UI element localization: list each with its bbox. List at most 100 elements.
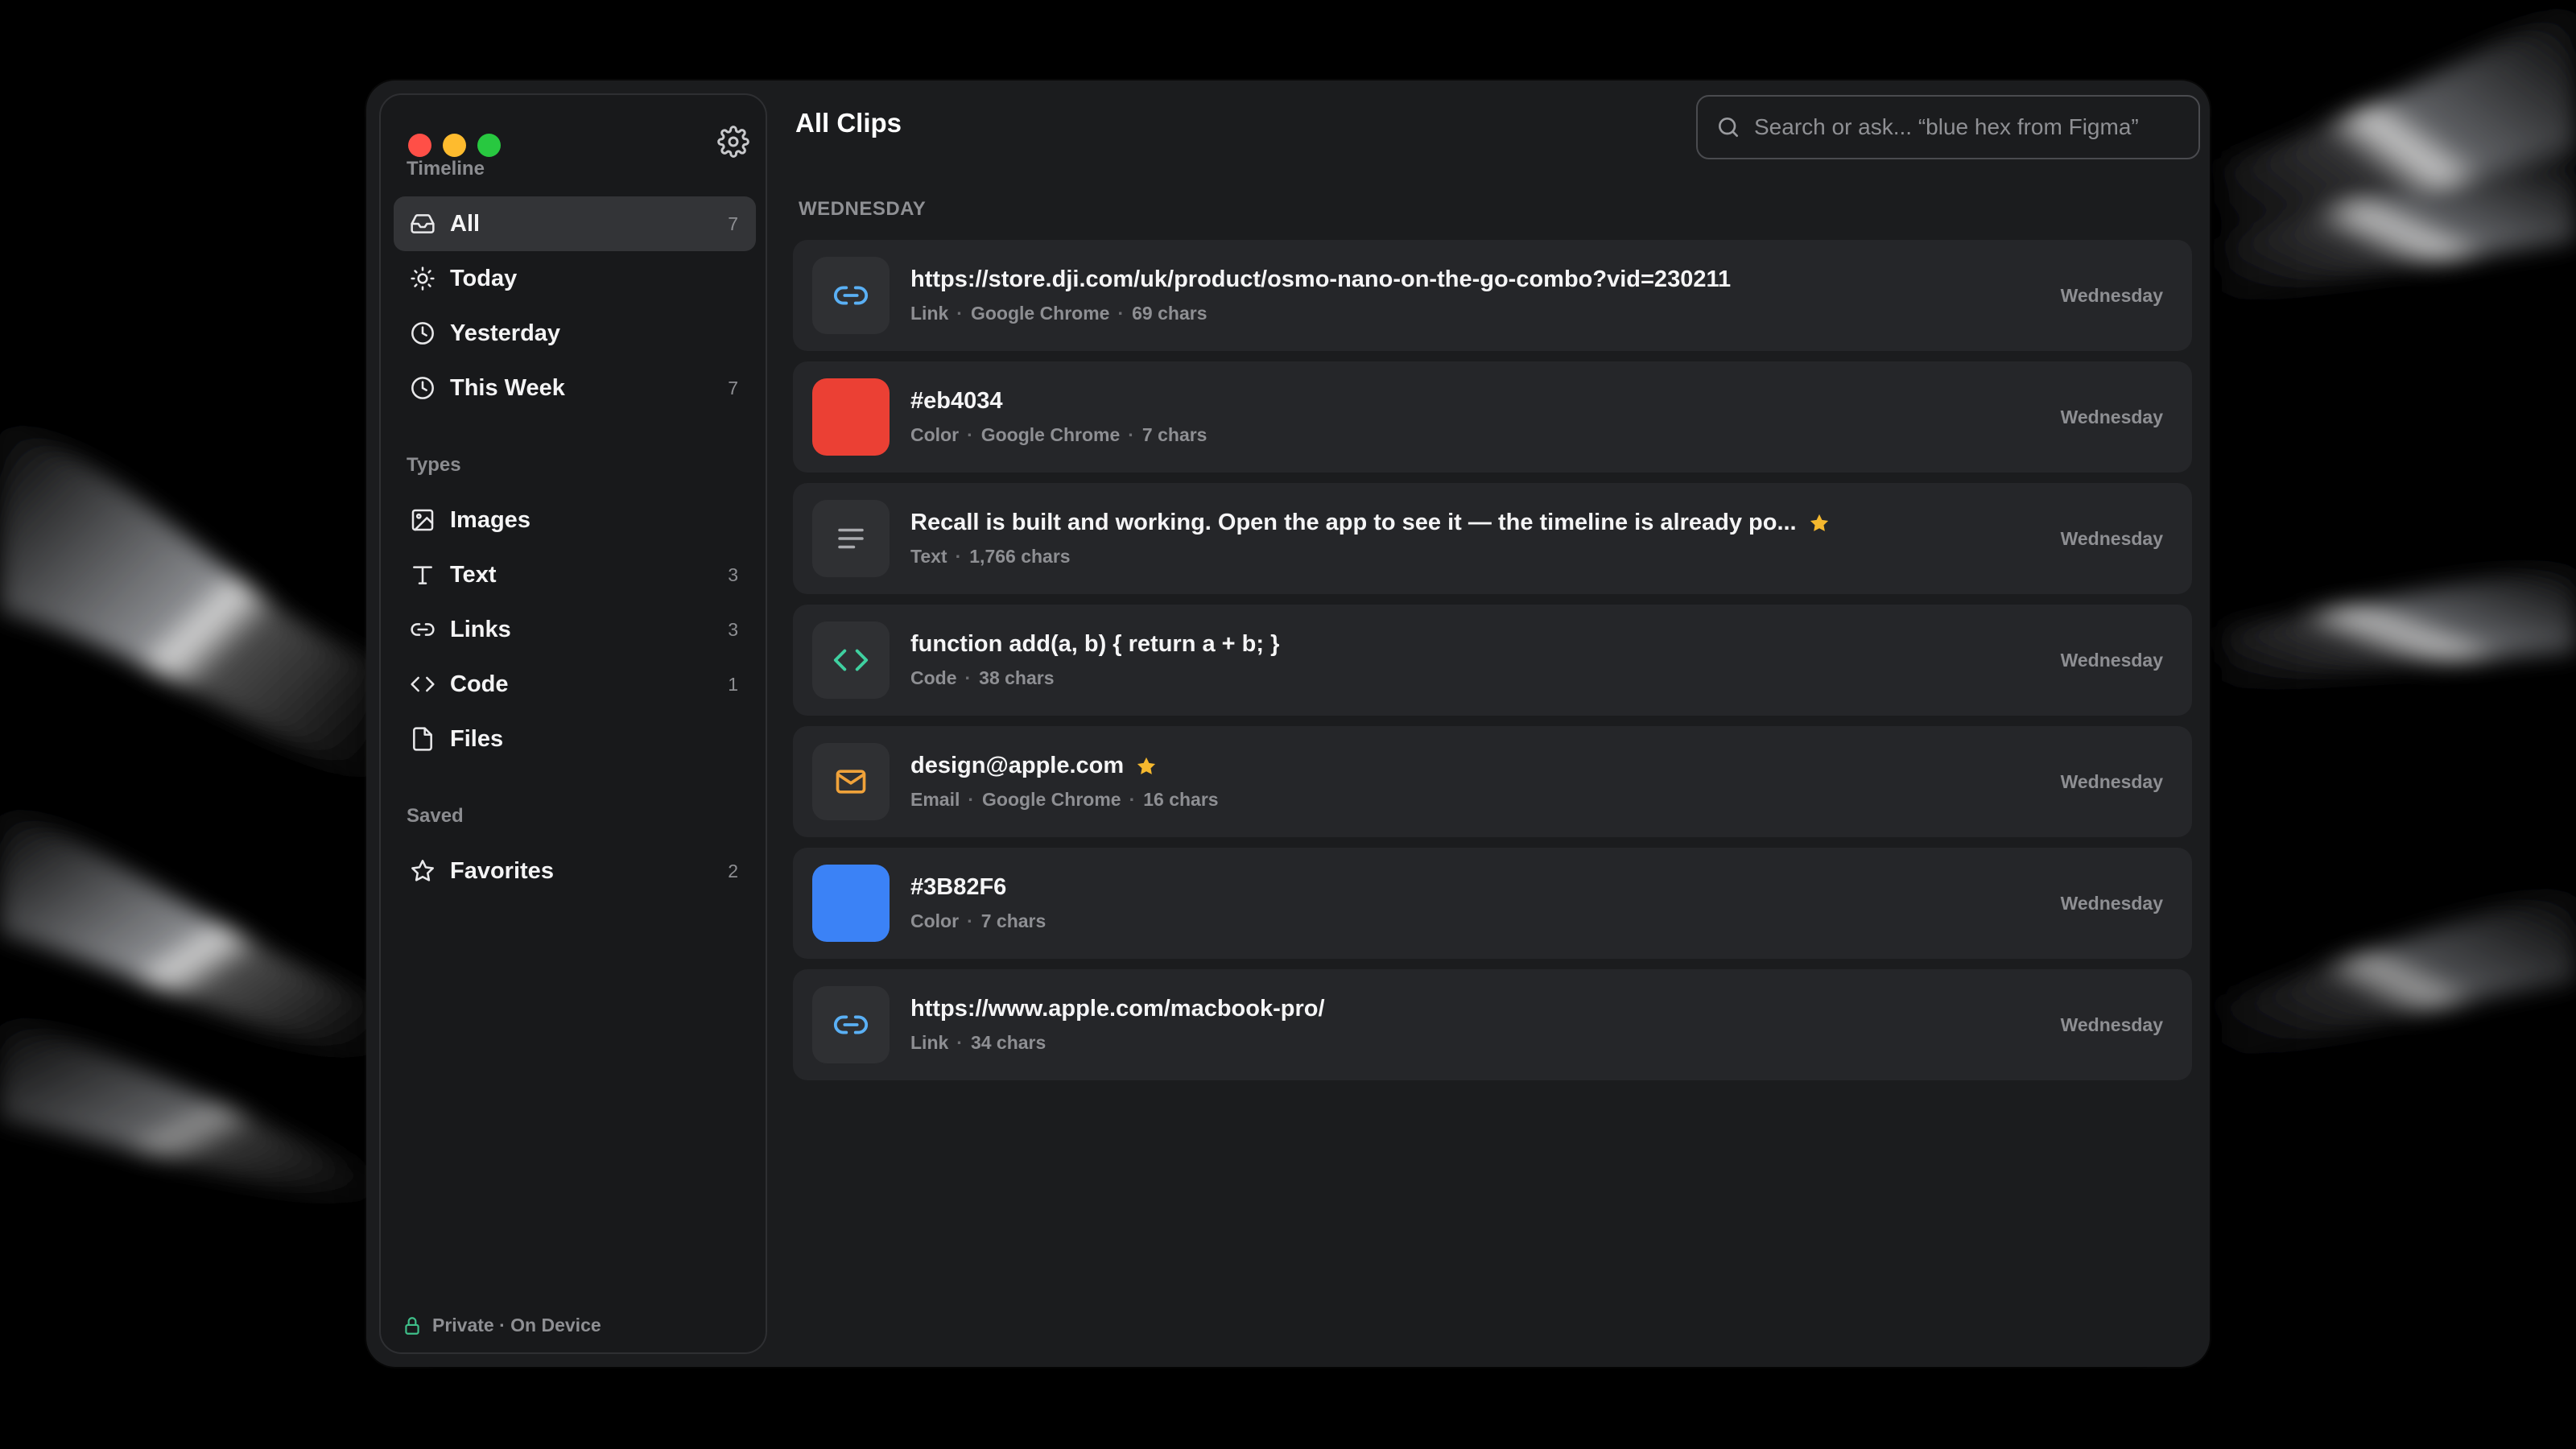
clip-size: 16 chars xyxy=(1143,789,1219,810)
clip-title: Recall is built and working. Open the ap… xyxy=(910,510,1797,535)
sidebar-item-this-week[interactable]: This Week 7 xyxy=(394,361,756,415)
sidebar-item-label: Today xyxy=(450,265,518,291)
sidebar-item-label: Links xyxy=(450,616,511,642)
section-label-timeline: Timeline xyxy=(407,158,485,180)
clip-time: Wednesday xyxy=(2060,649,2163,671)
sidebar-item-text[interactable]: Text 3 xyxy=(394,547,756,602)
clip-row[interactable]: design@apple.com Email · Google Chrome · 16 … xyxy=(793,726,2192,837)
clip-row[interactable]: Recall is built and working. Open the ap… xyxy=(793,483,2192,594)
app-window: Timeline All 7 Today Yesterday This Week… xyxy=(366,80,2210,1367)
sidebar-item-today[interactable]: Today xyxy=(394,251,756,306)
count-badge: 3 xyxy=(728,564,738,585)
privacy-status-text: Private · On Device xyxy=(432,1315,601,1335)
sidebar-item-links[interactable]: Links 3 xyxy=(394,602,756,657)
clip-source: Google Chrome xyxy=(982,789,1121,810)
sidebar-item-label: Yesterday xyxy=(450,320,561,346)
clip-title: #eb4034 xyxy=(910,388,1003,414)
sidebar: Timeline All 7 Today Yesterday This Week… xyxy=(379,93,767,1354)
clip-title: design@apple.com xyxy=(910,753,1125,778)
link-icon xyxy=(408,615,437,644)
clip-type: Text xyxy=(910,546,947,567)
star-filled-icon[interactable] xyxy=(1135,755,1158,778)
sidebar-item-label: Files xyxy=(450,725,504,752)
sidebar-item-label: Code xyxy=(450,671,509,697)
window-controls xyxy=(408,134,501,157)
sidebar-item-files[interactable]: Files xyxy=(394,712,756,766)
clip-row[interactable]: #eb4034 Color · Google Chrome · 7 chars Wedn… xyxy=(793,361,2192,473)
clip-row[interactable]: #3B82F6 Color · 7 chars Wednesday xyxy=(793,848,2192,959)
clip-time: Wednesday xyxy=(2060,284,2163,306)
search-bar[interactable] xyxy=(1696,95,2200,159)
clock-icon xyxy=(408,319,437,348)
gear-icon[interactable] xyxy=(717,126,749,158)
clip-row[interactable]: function add(a, b) { return a + b; } Cod… xyxy=(793,605,2192,716)
clip-meta: Link · 34 chars xyxy=(910,1032,1046,1053)
clip-title: #3B82F6 xyxy=(910,874,1007,900)
sidebar-item-label: This Week xyxy=(450,374,565,401)
day-group-label: WEDNESDAY xyxy=(799,198,927,220)
clip-thumbnail xyxy=(812,621,890,699)
sidebar-item-label: Text xyxy=(450,561,497,588)
mail-icon xyxy=(836,770,866,794)
sidebar-item-label: Favorites xyxy=(450,857,554,884)
section-label-saved: Saved xyxy=(407,805,464,827)
inbox-icon xyxy=(408,209,437,238)
color-swatch xyxy=(812,865,890,942)
sidebar-item-images[interactable]: Images xyxy=(394,493,756,547)
file-icon xyxy=(408,724,437,753)
clip-size: 7 chars xyxy=(980,910,1046,931)
color-swatch xyxy=(812,378,890,456)
zoom-window-button[interactable] xyxy=(477,134,501,157)
sun-icon xyxy=(408,264,437,293)
count-badge: 7 xyxy=(728,213,738,234)
star-filled-icon[interactable] xyxy=(1808,512,1831,535)
clip-source: Google Chrome xyxy=(970,303,1110,324)
privacy-status: Private · On Device xyxy=(402,1315,601,1336)
clip-time: Wednesday xyxy=(2060,892,2163,914)
code-icon xyxy=(408,670,437,699)
clip-thumbnail xyxy=(812,986,890,1063)
clip-size: 1,766 chars xyxy=(969,546,1071,567)
clip-thumbnail xyxy=(812,257,890,334)
clip-meta: Email · Google Chrome · 16 chars xyxy=(910,789,1219,810)
clip-meta: Link · Google Chrome · 69 chars xyxy=(910,303,1208,324)
image-icon xyxy=(408,506,437,535)
close-window-button[interactable] xyxy=(408,134,431,157)
count-badge: 3 xyxy=(728,618,738,640)
clip-type: Color xyxy=(910,910,960,931)
sidebar-item-all[interactable]: All 7 xyxy=(394,196,756,251)
clip-meta: Color · Google Chrome · 7 chars xyxy=(910,424,1208,445)
code-icon xyxy=(833,649,869,671)
text-lines-icon xyxy=(838,528,864,549)
clip-time: Wednesday xyxy=(2060,770,2163,792)
sidebar-item-favorites[interactable]: Favorites 2 xyxy=(394,844,756,898)
clip-meta: Color · 7 chars xyxy=(910,910,1046,931)
clip-size: 38 chars xyxy=(979,667,1055,688)
clip-type: Code xyxy=(910,667,957,688)
clip-type: Email xyxy=(910,789,960,810)
clip-thumbnail xyxy=(812,500,890,577)
clip-type: Color xyxy=(910,424,960,445)
clip-title: function add(a, b) { return a + b; } xyxy=(910,631,1280,657)
clock-icon xyxy=(408,374,437,402)
sidebar-item-yesterday[interactable]: Yesterday xyxy=(394,306,756,361)
clip-title: https://www.apple.com/macbook-pro/ xyxy=(910,996,1325,1022)
clip-meta: Text · 1,766 chars xyxy=(910,546,1071,567)
clip-row[interactable]: https://store.dji.com/uk/product/osmo-na… xyxy=(793,240,2192,351)
sidebar-item-code[interactable]: Code 1 xyxy=(394,657,756,712)
text-icon xyxy=(408,560,437,589)
search-input[interactable] xyxy=(1754,114,2181,140)
clip-size: 69 chars xyxy=(1132,303,1208,324)
count-badge: 2 xyxy=(728,860,738,881)
clip-time: Wednesday xyxy=(2060,1013,2163,1035)
clip-size: 7 chars xyxy=(1141,424,1208,445)
clip-row[interactable]: https://www.apple.com/macbook-pro/ Link ·… xyxy=(793,969,2192,1080)
link-icon xyxy=(833,1015,869,1034)
count-badge: 1 xyxy=(728,673,738,695)
link-icon xyxy=(833,286,869,305)
clip-thumbnail xyxy=(812,743,890,820)
sidebar-item-label: Images xyxy=(450,506,530,533)
minimize-window-button[interactable] xyxy=(443,134,466,157)
clip-time: Wednesday xyxy=(2060,527,2163,549)
clip-source: Google Chrome xyxy=(980,424,1121,445)
